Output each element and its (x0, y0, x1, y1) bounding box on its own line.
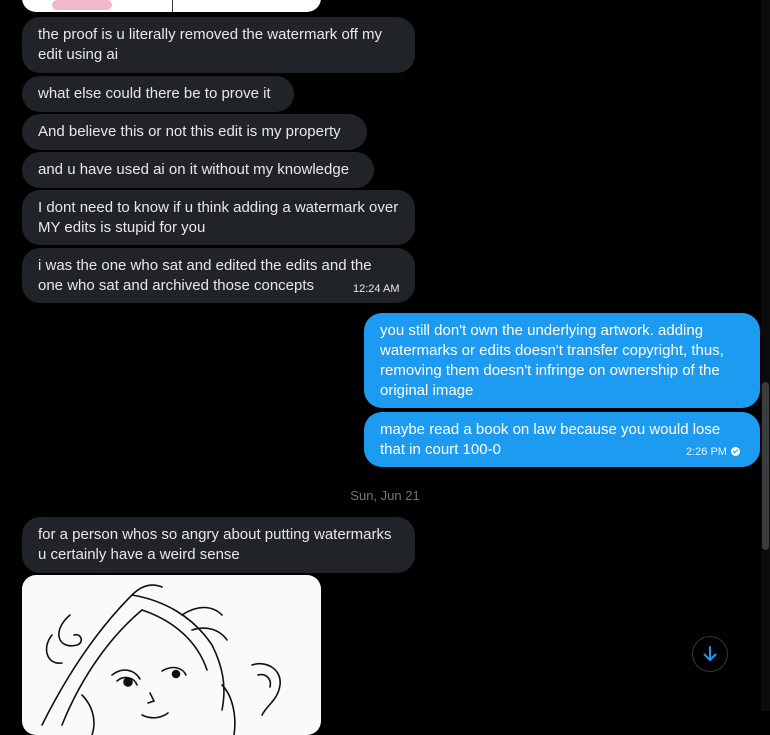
attached-image-sketch[interactable] (22, 575, 321, 735)
timestamp-text: 2:26 PM (686, 446, 727, 458)
check-circle-icon (730, 447, 740, 456)
scrollbar-thumb[interactable] (762, 382, 769, 550)
attached-image-top[interactable] (22, 0, 321, 12)
scroll-to-bottom-button[interactable] (692, 636, 728, 672)
image-detail (52, 0, 112, 10)
message-bubble-incoming[interactable]: and u have used ai on it without my know… (22, 152, 374, 188)
message-text: the proof is u literally removed the wat… (38, 26, 383, 63)
date-separator: Sun, Jun 21 (350, 488, 420, 503)
message-text: maybe read a book on law because you wou… (380, 421, 721, 458)
message-bubble-outgoing[interactable]: you still don't own the underlying artwo… (364, 313, 760, 408)
message-text: for a person whos so angry about putting… (38, 526, 392, 563)
message-text: I dont need to know if u think adding a … (38, 199, 399, 236)
message-text: you still don't own the underlying artwo… (380, 322, 724, 399)
message-timestamp: 12:24 AM (353, 283, 400, 295)
scrollbar[interactable] (761, 0, 770, 711)
message-bubble-incoming[interactable]: the proof is u literally removed the wat… (22, 17, 415, 73)
message-bubble-outgoing[interactable]: maybe read a book on law because you wou… (364, 412, 760, 467)
message-bubble-incoming[interactable]: for a person whos so angry about putting… (22, 517, 415, 573)
sketch-illustration (41, 584, 281, 735)
message-text: And believe this or not this edit is my … (38, 123, 341, 140)
arrow-down-icon (703, 646, 717, 661)
message-text: i was the one who sat and edited the edi… (38, 257, 372, 294)
image-divider (172, 0, 173, 12)
message-bubble-incoming[interactable]: what else could there be to prove it (22, 76, 294, 112)
message-bubble-incoming[interactable]: I dont need to know if u think adding a … (22, 190, 415, 245)
message-text: and u have used ai on it without my know… (38, 161, 350, 178)
message-timestamp: 2:26 PM (686, 446, 740, 458)
message-bubble-incoming[interactable]: And believe this or not this edit is my … (22, 114, 367, 150)
message-text: what else could there be to prove it (38, 85, 271, 102)
